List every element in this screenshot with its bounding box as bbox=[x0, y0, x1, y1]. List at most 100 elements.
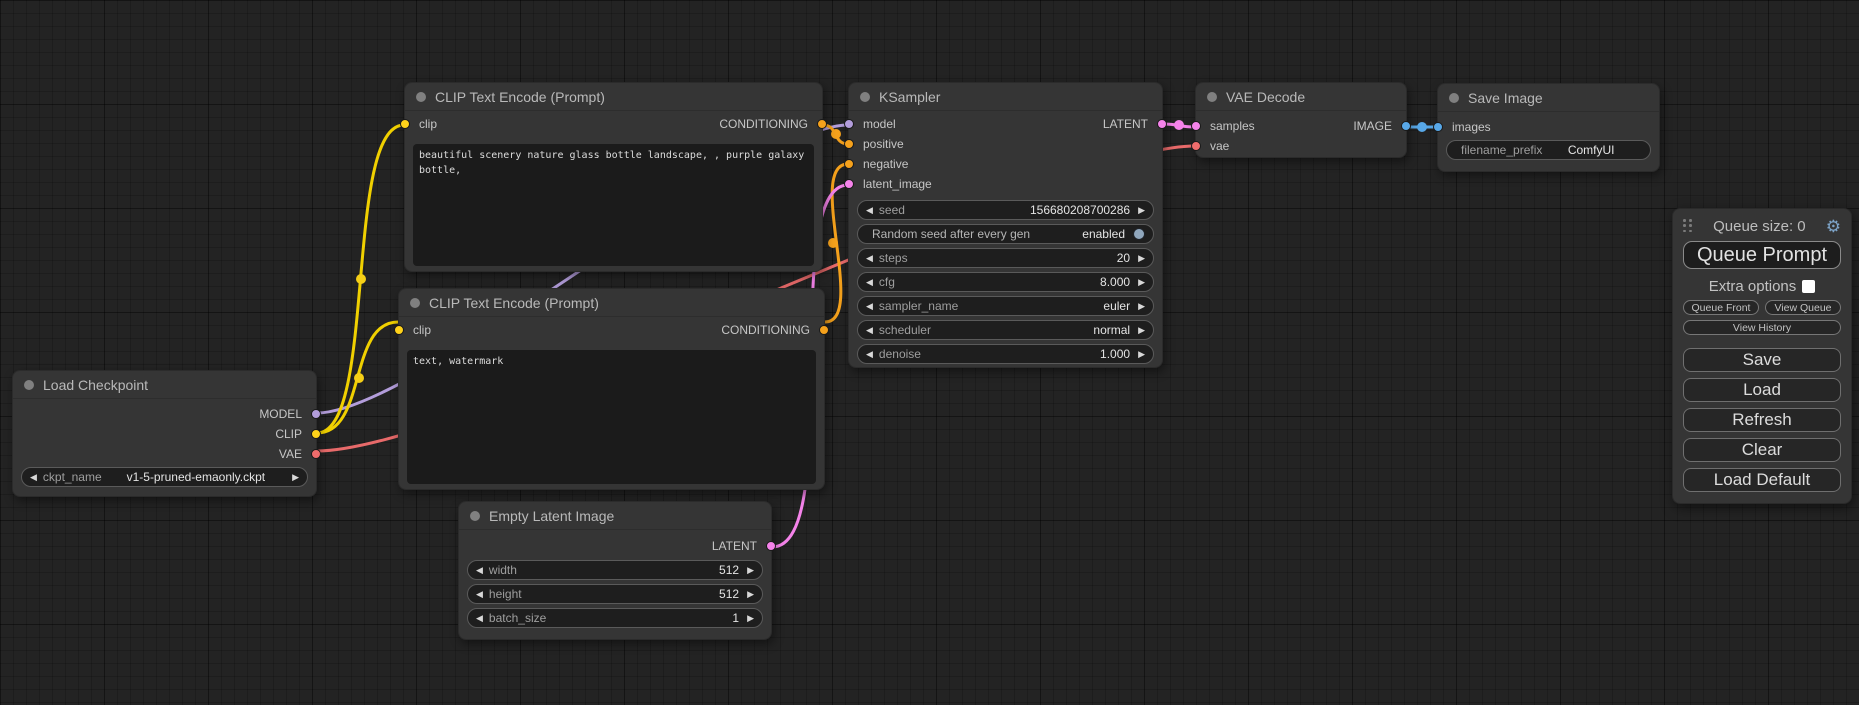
scheduler-widget[interactable]: ◀ scheduler normal ▶ bbox=[857, 320, 1154, 340]
ckpt-name-widget[interactable]: ◀ ckpt_name v1-5-pruned-emaonly.ckpt ▶ bbox=[21, 467, 308, 487]
node-ksampler[interactable]: KSampler model LATENT positive negative … bbox=[848, 82, 1163, 368]
node-clip-text-encode-positive[interactable]: CLIP Text Encode (Prompt) clip CONDITION… bbox=[404, 82, 823, 272]
random-seed-toggle-widget[interactable]: Random seed after every gen enabled bbox=[857, 224, 1154, 244]
decrement-arrow-icon[interactable]: ◀ bbox=[866, 326, 873, 335]
decrement-arrow-icon[interactable]: ◀ bbox=[866, 278, 873, 287]
vae-output-slot[interactable] bbox=[311, 449, 321, 459]
widget-label: height bbox=[489, 587, 522, 601]
seed-widget[interactable]: ◀ seed 156680208700286 ▶ bbox=[857, 200, 1154, 220]
latent-image-input-slot[interactable] bbox=[844, 179, 854, 189]
vae-input-slot[interactable] bbox=[1191, 141, 1201, 151]
collapse-dot-icon[interactable] bbox=[24, 380, 34, 390]
samples-input-slot[interactable] bbox=[1191, 121, 1201, 131]
increment-arrow-icon[interactable]: ▶ bbox=[1138, 302, 1145, 311]
increment-arrow-icon[interactable]: ▶ bbox=[1138, 326, 1145, 335]
widget-label: filename_prefix bbox=[1461, 143, 1542, 157]
node-title-bar[interactable]: VAE Decode bbox=[1196, 83, 1406, 111]
toggle-dot-icon[interactable] bbox=[1133, 228, 1145, 240]
decrement-arrow-icon[interactable]: ◀ bbox=[476, 566, 483, 575]
sampler-name-widget[interactable]: ◀ sampler_name euler ▶ bbox=[857, 296, 1154, 316]
decrement-arrow-icon[interactable]: ◀ bbox=[866, 206, 873, 215]
node-load-checkpoint[interactable]: Load Checkpoint MODEL CLIP VAE ◀ ckpt_na… bbox=[12, 370, 317, 497]
save-button[interactable]: Save bbox=[1683, 348, 1841, 372]
model-output-slot[interactable] bbox=[311, 409, 321, 419]
node-title-bar[interactable]: Empty Latent Image bbox=[459, 502, 771, 530]
node-title-bar[interactable]: CLIP Text Encode (Prompt) bbox=[399, 289, 824, 317]
image-output-slot[interactable] bbox=[1401, 121, 1411, 131]
latent-output-slot[interactable] bbox=[1157, 119, 1167, 129]
conditioning-output-slot[interactable] bbox=[819, 325, 829, 335]
drag-handle-icon[interactable] bbox=[1683, 219, 1693, 233]
decrement-arrow-icon[interactable]: ◀ bbox=[476, 590, 483, 599]
increment-arrow-icon[interactable]: ▶ bbox=[1138, 350, 1145, 359]
latent-output-slot[interactable] bbox=[766, 541, 776, 551]
input-label: latent_image bbox=[849, 177, 932, 191]
node-title-bar[interactable]: Load Checkpoint bbox=[13, 371, 316, 399]
collapse-dot-icon[interactable] bbox=[470, 511, 480, 521]
model-input-slot[interactable] bbox=[844, 119, 854, 129]
widget-value: 512 bbox=[523, 563, 739, 577]
node-save-image[interactable]: Save Image images filename_prefix ComfyU… bbox=[1437, 83, 1660, 172]
input-label: positive bbox=[849, 137, 904, 151]
increment-arrow-icon[interactable]: ▶ bbox=[747, 614, 754, 623]
node-title-bar[interactable]: Save Image bbox=[1438, 84, 1659, 112]
cfg-widget[interactable]: ◀ cfg 8.000 ▶ bbox=[857, 272, 1154, 292]
view-history-button[interactable]: View History bbox=[1683, 320, 1841, 335]
widget-value: enabled bbox=[1036, 227, 1125, 241]
increment-arrow-icon[interactable]: ▶ bbox=[1138, 254, 1145, 263]
denoise-widget[interactable]: ◀ denoise 1.000 ▶ bbox=[857, 344, 1154, 364]
view-queue-button[interactable]: View Queue bbox=[1765, 300, 1841, 315]
width-widget[interactable]: ◀ width 512 ▶ bbox=[467, 560, 763, 580]
height-widget[interactable]: ◀ height 512 ▶ bbox=[467, 584, 763, 604]
extra-options-checkbox[interactable] bbox=[1802, 280, 1815, 293]
clip-output-slot[interactable] bbox=[311, 429, 321, 439]
collapse-dot-icon[interactable] bbox=[416, 92, 426, 102]
settings-gear-icon[interactable]: ⚙ bbox=[1826, 218, 1841, 235]
link-midpoint-dot bbox=[1174, 120, 1184, 130]
decrement-arrow-icon[interactable]: ◀ bbox=[866, 350, 873, 359]
widget-label: ckpt_name bbox=[43, 470, 102, 484]
widget-label: seed bbox=[879, 203, 905, 217]
positive-input-slot[interactable] bbox=[844, 139, 854, 149]
decrement-arrow-icon[interactable]: ◀ bbox=[30, 473, 37, 482]
clear-button[interactable]: Clear bbox=[1683, 438, 1841, 462]
decrement-arrow-icon[interactable]: ◀ bbox=[476, 614, 483, 623]
node-empty-latent-image[interactable]: Empty Latent Image LATENT ◀ width 512 ▶ … bbox=[458, 501, 772, 640]
conditioning-output-slot[interactable] bbox=[817, 119, 827, 129]
decrement-arrow-icon[interactable]: ◀ bbox=[866, 302, 873, 311]
collapse-dot-icon[interactable] bbox=[1449, 93, 1459, 103]
queue-front-button[interactable]: Queue Front bbox=[1683, 300, 1759, 315]
prompt-textarea[interactable]: text, watermark bbox=[407, 350, 816, 484]
widget-label: denoise bbox=[879, 347, 921, 361]
batch-size-widget[interactable]: ◀ batch_size 1 ▶ bbox=[467, 608, 763, 628]
increment-arrow-icon[interactable]: ▶ bbox=[747, 566, 754, 575]
clip-input-slot[interactable] bbox=[400, 119, 410, 129]
clip-input-slot[interactable] bbox=[394, 325, 404, 335]
output-label: LATENT bbox=[712, 539, 771, 553]
increment-arrow-icon[interactable]: ▶ bbox=[1138, 278, 1145, 287]
filename-prefix-widget[interactable]: filename_prefix ComfyUI bbox=[1446, 140, 1651, 160]
widget-value: ComfyUI bbox=[1548, 143, 1634, 157]
node-vae-decode[interactable]: VAE Decode samples IMAGE vae bbox=[1195, 82, 1407, 158]
collapse-dot-icon[interactable] bbox=[410, 298, 420, 308]
collapse-dot-icon[interactable] bbox=[860, 92, 870, 102]
collapse-dot-icon[interactable] bbox=[1207, 92, 1217, 102]
negative-input-slot[interactable] bbox=[844, 159, 854, 169]
output-label: LATENT bbox=[1103, 117, 1162, 131]
increment-arrow-icon[interactable]: ▶ bbox=[747, 590, 754, 599]
link-midpoint-dot bbox=[828, 238, 838, 248]
images-input-slot[interactable] bbox=[1433, 122, 1443, 132]
node-title-bar[interactable]: CLIP Text Encode (Prompt) bbox=[405, 83, 822, 111]
refresh-button[interactable]: Refresh bbox=[1683, 408, 1841, 432]
node-title-bar[interactable]: KSampler bbox=[849, 83, 1162, 111]
increment-arrow-icon[interactable]: ▶ bbox=[1138, 206, 1145, 215]
node-clip-text-encode-negative[interactable]: CLIP Text Encode (Prompt) clip CONDITION… bbox=[398, 288, 825, 490]
load-default-button[interactable]: Load Default bbox=[1683, 468, 1841, 492]
load-button[interactable]: Load bbox=[1683, 378, 1841, 402]
queue-prompt-button[interactable]: Queue Prompt bbox=[1683, 241, 1841, 269]
widget-value: v1-5-pruned-emaonly.ckpt bbox=[108, 470, 284, 484]
increment-arrow-icon[interactable]: ▶ bbox=[292, 473, 299, 482]
prompt-textarea[interactable]: beautiful scenery nature glass bottle la… bbox=[413, 144, 814, 266]
decrement-arrow-icon[interactable]: ◀ bbox=[866, 254, 873, 263]
steps-widget[interactable]: ◀ steps 20 ▶ bbox=[857, 248, 1154, 268]
